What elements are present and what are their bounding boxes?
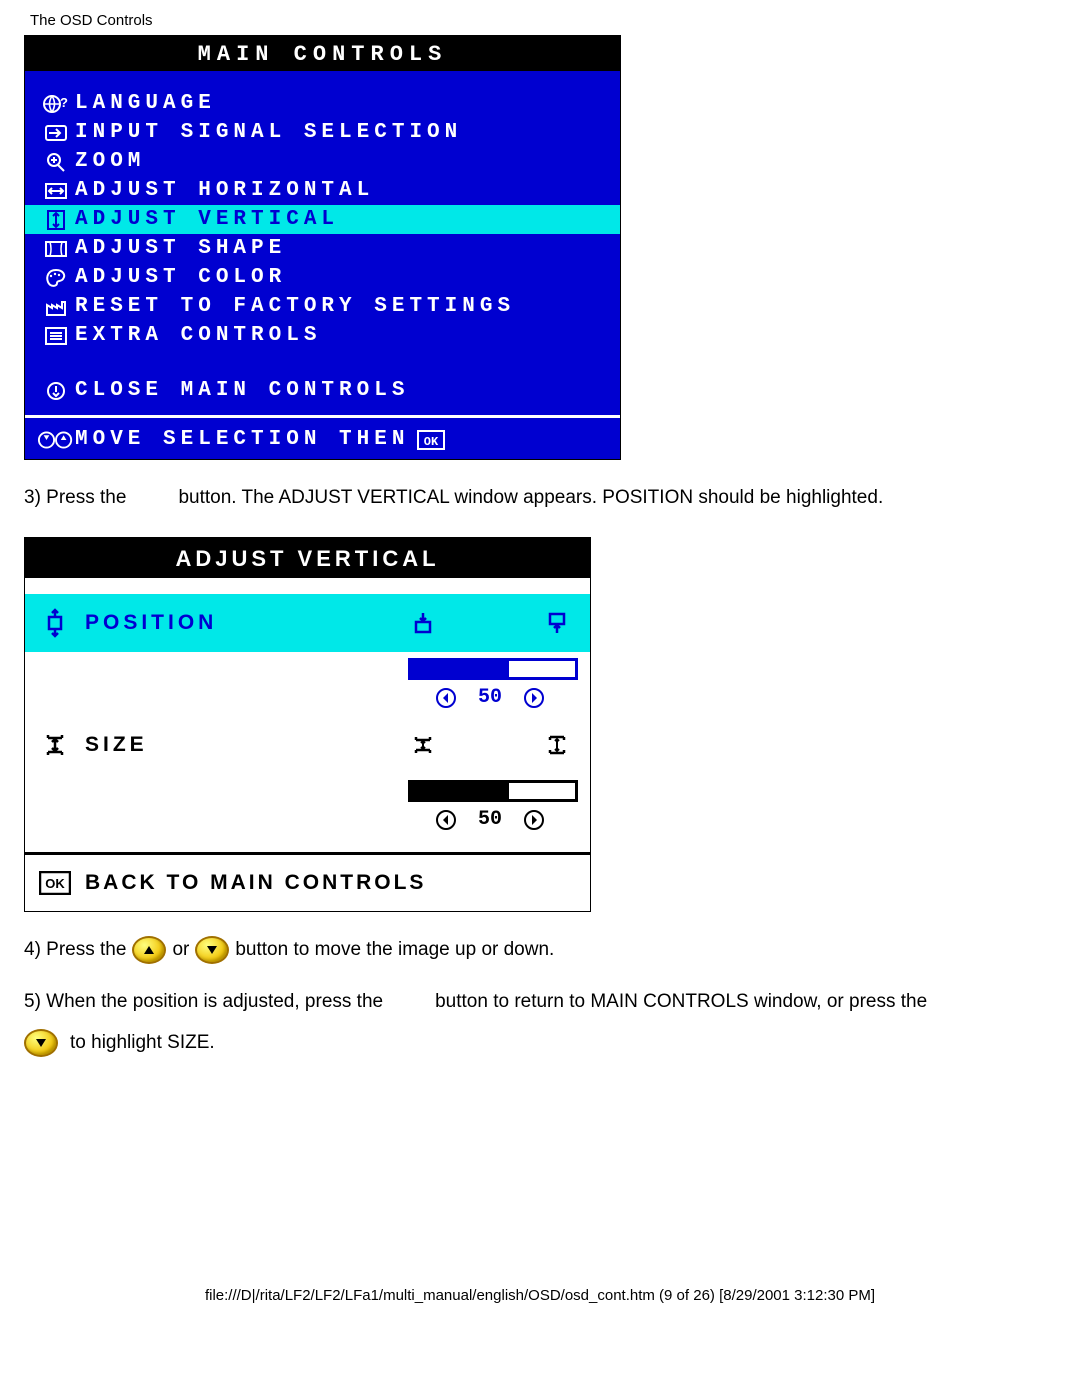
size-large-icon bbox=[544, 732, 570, 758]
menu-item-adjust-shape[interactable]: ADJUST SHAPE bbox=[25, 234, 620, 263]
position-label: POSITION bbox=[85, 611, 390, 635]
menu-item-adjust-color[interactable]: ADJUST COLOR bbox=[25, 263, 620, 292]
step-3-text: 3) Press thebutton. The ADJUST VERTICAL … bbox=[24, 484, 1080, 513]
step-5b-text: to highlight SIZE. bbox=[24, 1029, 1080, 1057]
ok-box-icon: OK bbox=[39, 871, 71, 895]
position-icon bbox=[25, 608, 85, 638]
osd-footer: MOVE SELECTION THEN OK bbox=[25, 415, 620, 459]
menu-label: ADJUST SHAPE bbox=[75, 237, 286, 260]
size-small-icon bbox=[410, 732, 436, 758]
factory-icon bbox=[37, 296, 75, 318]
menu-label: ADJUST COLOR bbox=[75, 266, 286, 289]
row-back[interactable]: OK BACK TO MAIN CONTROLS bbox=[25, 852, 590, 911]
menu-item-extra-controls[interactable]: EXTRA CONTROLS bbox=[25, 321, 620, 350]
position-bar-row: 50 bbox=[25, 652, 590, 716]
panel-adjust-vertical: ADJUST VERTICAL POSITION 50 SIZE bbox=[24, 537, 591, 912]
magnifier-icon bbox=[37, 151, 75, 173]
menu-label: LANGUAGE bbox=[75, 92, 216, 115]
down-button-icon bbox=[195, 936, 229, 964]
page-footer: file:///D|/rita/LF2/LF2/LFa1/multi_manua… bbox=[0, 1287, 1080, 1326]
position-value: 50 bbox=[478, 686, 502, 709]
menu-item-input-signal[interactable]: INPUT SIGNAL SELECTION bbox=[25, 118, 620, 147]
panel-title: ADJUST VERTICAL bbox=[25, 538, 590, 578]
arrow-left-icon[interactable] bbox=[436, 688, 456, 708]
osd-main-controls: MAIN CONTROLS ? LANGUAGE INPUT SIGNAL SE… bbox=[24, 35, 621, 460]
up-button-icon bbox=[132, 936, 166, 964]
position-low-icon bbox=[410, 610, 436, 636]
menu-label: INPUT SIGNAL SELECTION bbox=[75, 121, 462, 144]
footer-text: MOVE SELECTION THEN bbox=[75, 428, 409, 451]
menu-item-adjust-vertical[interactable]: ADJUST VERTICAL bbox=[25, 205, 620, 234]
list-icon bbox=[37, 325, 75, 347]
arrow-left-icon[interactable] bbox=[436, 810, 456, 830]
size-label: SIZE bbox=[85, 733, 390, 757]
menu-label: ADJUST HORIZONTAL bbox=[75, 179, 374, 202]
menu-label: RESET TO FACTORY SETTINGS bbox=[75, 295, 515, 318]
arrow-right-icon[interactable] bbox=[524, 688, 544, 708]
menu-label: EXTRA CONTROLS bbox=[75, 324, 321, 347]
position-high-icon bbox=[544, 610, 570, 636]
ok-box-icon: OK bbox=[417, 430, 445, 450]
menu-item-close[interactable]: CLOSE MAIN CONTROLS bbox=[25, 376, 620, 405]
size-icon bbox=[25, 730, 85, 760]
row-position[interactable]: POSITION bbox=[25, 594, 590, 652]
position-slider[interactable] bbox=[408, 658, 578, 680]
vertical-arrows-icon bbox=[37, 209, 75, 231]
menu-item-language[interactable]: ? LANGUAGE bbox=[25, 89, 620, 118]
page-title: The OSD Controls bbox=[0, 0, 1080, 35]
size-slider[interactable] bbox=[408, 780, 578, 802]
position-slider-fill bbox=[411, 661, 509, 677]
palette-icon bbox=[37, 267, 75, 289]
row-size[interactable]: SIZE bbox=[25, 716, 590, 774]
globe-question-icon: ? bbox=[37, 93, 75, 115]
menu-label: CLOSE MAIN CONTROLS bbox=[75, 379, 409, 402]
menu-item-reset-factory[interactable]: RESET TO FACTORY SETTINGS bbox=[25, 292, 620, 321]
horizontal-arrows-icon bbox=[37, 180, 75, 202]
size-value: 50 bbox=[478, 808, 502, 831]
svg-text:?: ? bbox=[60, 95, 68, 110]
menu-label: ADJUST VERTICAL bbox=[75, 208, 339, 231]
size-bar-row: 50 bbox=[25, 774, 590, 838]
input-arrow-icon bbox=[37, 122, 75, 144]
step-4-text: 4) Press the or button to move the image… bbox=[24, 936, 1080, 965]
step-5-text: 5) When the position is adjusted, press … bbox=[24, 988, 1080, 1017]
arrow-right-icon[interactable] bbox=[524, 810, 544, 830]
menu-item-zoom[interactable]: ZOOM bbox=[25, 147, 620, 176]
down-button-icon bbox=[24, 1029, 58, 1057]
power-down-icon bbox=[37, 380, 75, 402]
up-down-circle-icon bbox=[37, 429, 75, 451]
size-slider-fill bbox=[411, 783, 509, 799]
menu-item-adjust-horizontal[interactable]: ADJUST HORIZONTAL bbox=[25, 176, 620, 205]
shape-box-icon bbox=[37, 238, 75, 260]
svg-text:OK: OK bbox=[424, 435, 439, 449]
back-label: BACK TO MAIN CONTROLS bbox=[85, 871, 426, 895]
svg-text:OK: OK bbox=[45, 876, 65, 891]
menu-label: ZOOM bbox=[75, 150, 145, 173]
osd-title: MAIN CONTROLS bbox=[25, 36, 620, 71]
